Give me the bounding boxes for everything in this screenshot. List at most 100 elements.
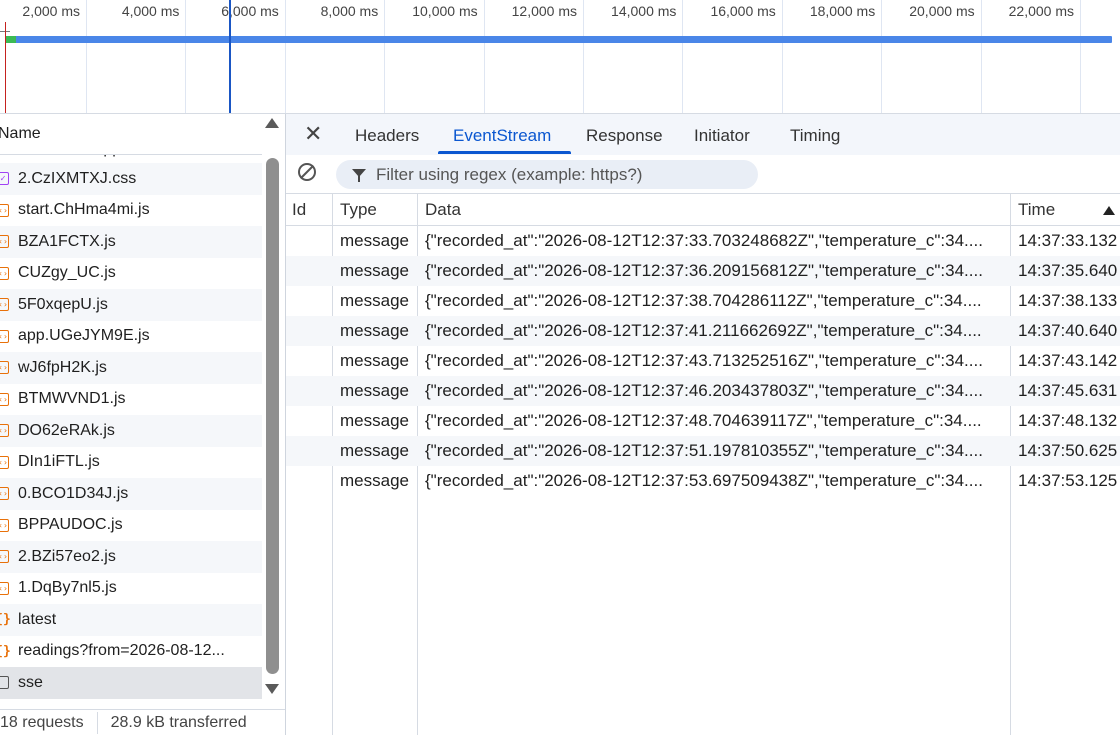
- table-row[interactable]: message {"recorded_at":"2026-08-12T12:37:…: [286, 256, 1120, 286]
- request-row[interactable]: ‹› BTMWVND1.js: [0, 384, 262, 416]
- request-name: BZA1FCTX.js: [18, 232, 116, 250]
- request-row[interactable]: ✓ 2.CzIXMTXJ.css: [0, 163, 262, 195]
- js-file-icon: ‹›: [0, 361, 9, 375]
- cell-id: [292, 316, 328, 346]
- request-row[interactable]: ‹› app.UGeJYM9E.js: [0, 321, 262, 353]
- cell-data: {"recorded_at":"2026-08-12T12:37:53.6975…: [425, 471, 983, 490]
- column-header-id[interactable]: Id: [292, 194, 306, 225]
- request-name: latest: [18, 610, 57, 628]
- request-row[interactable]: {} readings?from=2026-08-12...: [0, 636, 262, 668]
- cell-time: 14:37:35.640: [1018, 261, 1118, 280]
- js-file-icon: ‹›: [0, 455, 9, 469]
- cell-time: 14:37:50.625: [1018, 441, 1118, 460]
- cell-id: [292, 406, 328, 436]
- timeline-gridline: [781, 0, 783, 113]
- table-row[interactable]: message {"recorded_at":"2026-08-12T12:37:…: [286, 406, 1120, 436]
- timeline-domcontentloaded-marker: [229, 0, 231, 113]
- request-detail-pane: ✕ Headers EventStream Response Initiator…: [286, 114, 1120, 735]
- request-count: 18 requests: [0, 714, 84, 731]
- filter-funnel-icon: [352, 169, 366, 182]
- request-row[interactable]: {} latest: [0, 604, 262, 636]
- name-column-header[interactable]: Name: [0, 114, 262, 155]
- cell-data: {"recorded_at":"2026-08-12T12:37:41.2116…: [425, 321, 982, 340]
- request-row[interactable]: ‹› BPPAUDOC.js: [0, 510, 262, 542]
- request-list: redo-drive...pp ✓ 2.CzIXMTXJ.css ‹› start.Ch…: [0, 155, 262, 709]
- timeline-tick-label: 10,000 ms: [412, 3, 478, 19]
- tab-timing[interactable]: Timing: [790, 114, 840, 155]
- js-file-icon: ‹›: [0, 550, 9, 564]
- cell-data: {"recorded_at":"2026-08-12T12:37:43.7132…: [425, 351, 983, 370]
- cell-data: {"recorded_at":"2026-08-12T12:37:33.7032…: [425, 231, 983, 250]
- table-row[interactable]: message {"recorded_at":"2026-08-12T12:37:…: [286, 376, 1120, 406]
- timeline-gridline: [881, 0, 883, 113]
- column-header-type[interactable]: Type: [340, 194, 377, 225]
- cell-data: {"recorded_at":"2026-08-12T12:37:38.7042…: [425, 291, 982, 310]
- request-name: BTMWVND1.js: [18, 390, 126, 408]
- cell-time: 14:37:53.125: [1018, 471, 1118, 490]
- timeline-gridline: [86, 0, 87, 113]
- timeline-tick-label: 12,000 ms: [511, 3, 577, 19]
- js-file-icon: ‹›: [0, 266, 9, 280]
- table-row[interactable]: message {"recorded_at":"2026-08-12T12:37:…: [286, 346, 1120, 376]
- scroll-down-arrow-icon[interactable]: [265, 684, 279, 694]
- request-row[interactable]: ‹› 1.DqBy7nl5.js: [0, 573, 262, 605]
- column-header-data[interactable]: Data: [425, 194, 461, 225]
- table-row[interactable]: message {"recorded_at":"2026-08-12T12:37:…: [286, 286, 1120, 316]
- request-row[interactable]: ‹› 5F0xqepU.js: [0, 289, 262, 321]
- js-file-icon: ‹›: [0, 298, 9, 312]
- filter-regex-input[interactable]: [376, 160, 746, 189]
- clear-icon[interactable]: [298, 163, 316, 181]
- timeline-tick-label: 8,000 ms: [320, 3, 379, 19]
- cell-time: 14:37:48.132: [1018, 411, 1118, 430]
- timeline-overview[interactable]: 2,000 ms 4,000 ms 6,000 ms 8,000 ms 10,000 m…: [0, 0, 1120, 114]
- timeline-gridline: [980, 0, 982, 113]
- tab-initiator[interactable]: Initiator: [694, 114, 750, 155]
- timeline-waiting-segment: [6, 36, 16, 43]
- request-name: BPPAUDOC.js: [18, 516, 123, 534]
- cell-type: message: [340, 231, 409, 250]
- tab-eventstream[interactable]: EventStream: [453, 114, 551, 155]
- document-icon: [0, 676, 9, 690]
- scroll-up-arrow-icon[interactable]: [265, 118, 279, 128]
- cell-time: 14:37:38.133: [1018, 291, 1118, 310]
- cell-id: [292, 376, 328, 406]
- request-row[interactable]: ‹› 2.BZi57eo2.js: [0, 541, 262, 573]
- request-list-pane: Name redo-drive...pp ✓ 2.CzIXMTXJ.css ‹› sta…: [0, 114, 286, 735]
- table-row[interactable]: message {"recorded_at":"2026-08-12T12:37:…: [286, 316, 1120, 346]
- tab-headers[interactable]: Headers: [355, 114, 419, 155]
- request-name: app.UGeJYM9E.js: [18, 327, 150, 345]
- request-row[interactable]: sse: [0, 667, 262, 699]
- table-row[interactable]: message {"recorded_at":"2026-08-12T12:37:…: [286, 466, 1120, 496]
- request-row[interactable]: ‹› 0.BCO1D34J.js: [0, 478, 262, 510]
- request-row[interactable]: ‹› DO62eRAk.js: [0, 415, 262, 447]
- request-name: DO62eRAk.js: [18, 421, 115, 439]
- request-row[interactable]: ‹› CUZgy_UC.js: [0, 258, 262, 290]
- cell-id: [292, 466, 328, 496]
- cell-id: [292, 286, 328, 316]
- list-item-partial[interactable]: redo-drive...pp: [0, 155, 262, 163]
- request-row[interactable]: ‹› BZA1FCTX.js: [0, 226, 262, 258]
- cell-data: {"recorded_at":"2026-08-12T12:37:48.7046…: [425, 411, 982, 430]
- timeline-gridline: [284, 0, 286, 113]
- timeline-gridline: [483, 0, 485, 113]
- network-status-bar: 18 requests 28.9 kB transferred: [0, 709, 285, 736]
- eventstream-filter-bar: [286, 155, 1120, 194]
- tab-response[interactable]: Response: [586, 114, 663, 155]
- js-file-icon: ‹›: [0, 581, 9, 595]
- cell-type: message: [340, 261, 409, 280]
- request-row[interactable]: ‹› start.ChHma4mi.js: [0, 195, 262, 227]
- cell-data: {"recorded_at":"2026-08-12T12:37:46.2034…: [425, 381, 983, 400]
- timeline-tick-label: 20,000 ms: [909, 3, 975, 19]
- column-header-time[interactable]: Time: [1018, 194, 1055, 225]
- request-name: 2.CzIXMTXJ.css: [18, 169, 137, 187]
- table-row[interactable]: message {"recorded_at":"2026-08-12T12:37:…: [286, 226, 1120, 256]
- scrollbar-thumb[interactable]: [266, 158, 279, 674]
- table-row[interactable]: message {"recorded_at":"2026-08-12T12:37:…: [286, 436, 1120, 466]
- request-row[interactable]: ‹› DIn1iFTL.js: [0, 447, 262, 479]
- close-icon[interactable]: ✕: [304, 123, 322, 145]
- timeline-gridline: [384, 0, 386, 113]
- filter-box[interactable]: [336, 160, 758, 189]
- eventstream-table: Id Type Data Time message {"recorded_at":…: [286, 194, 1120, 735]
- cell-time: 14:37:33.132: [1018, 231, 1118, 250]
- request-row[interactable]: ‹› wJ6fpH2K.js: [0, 352, 262, 384]
